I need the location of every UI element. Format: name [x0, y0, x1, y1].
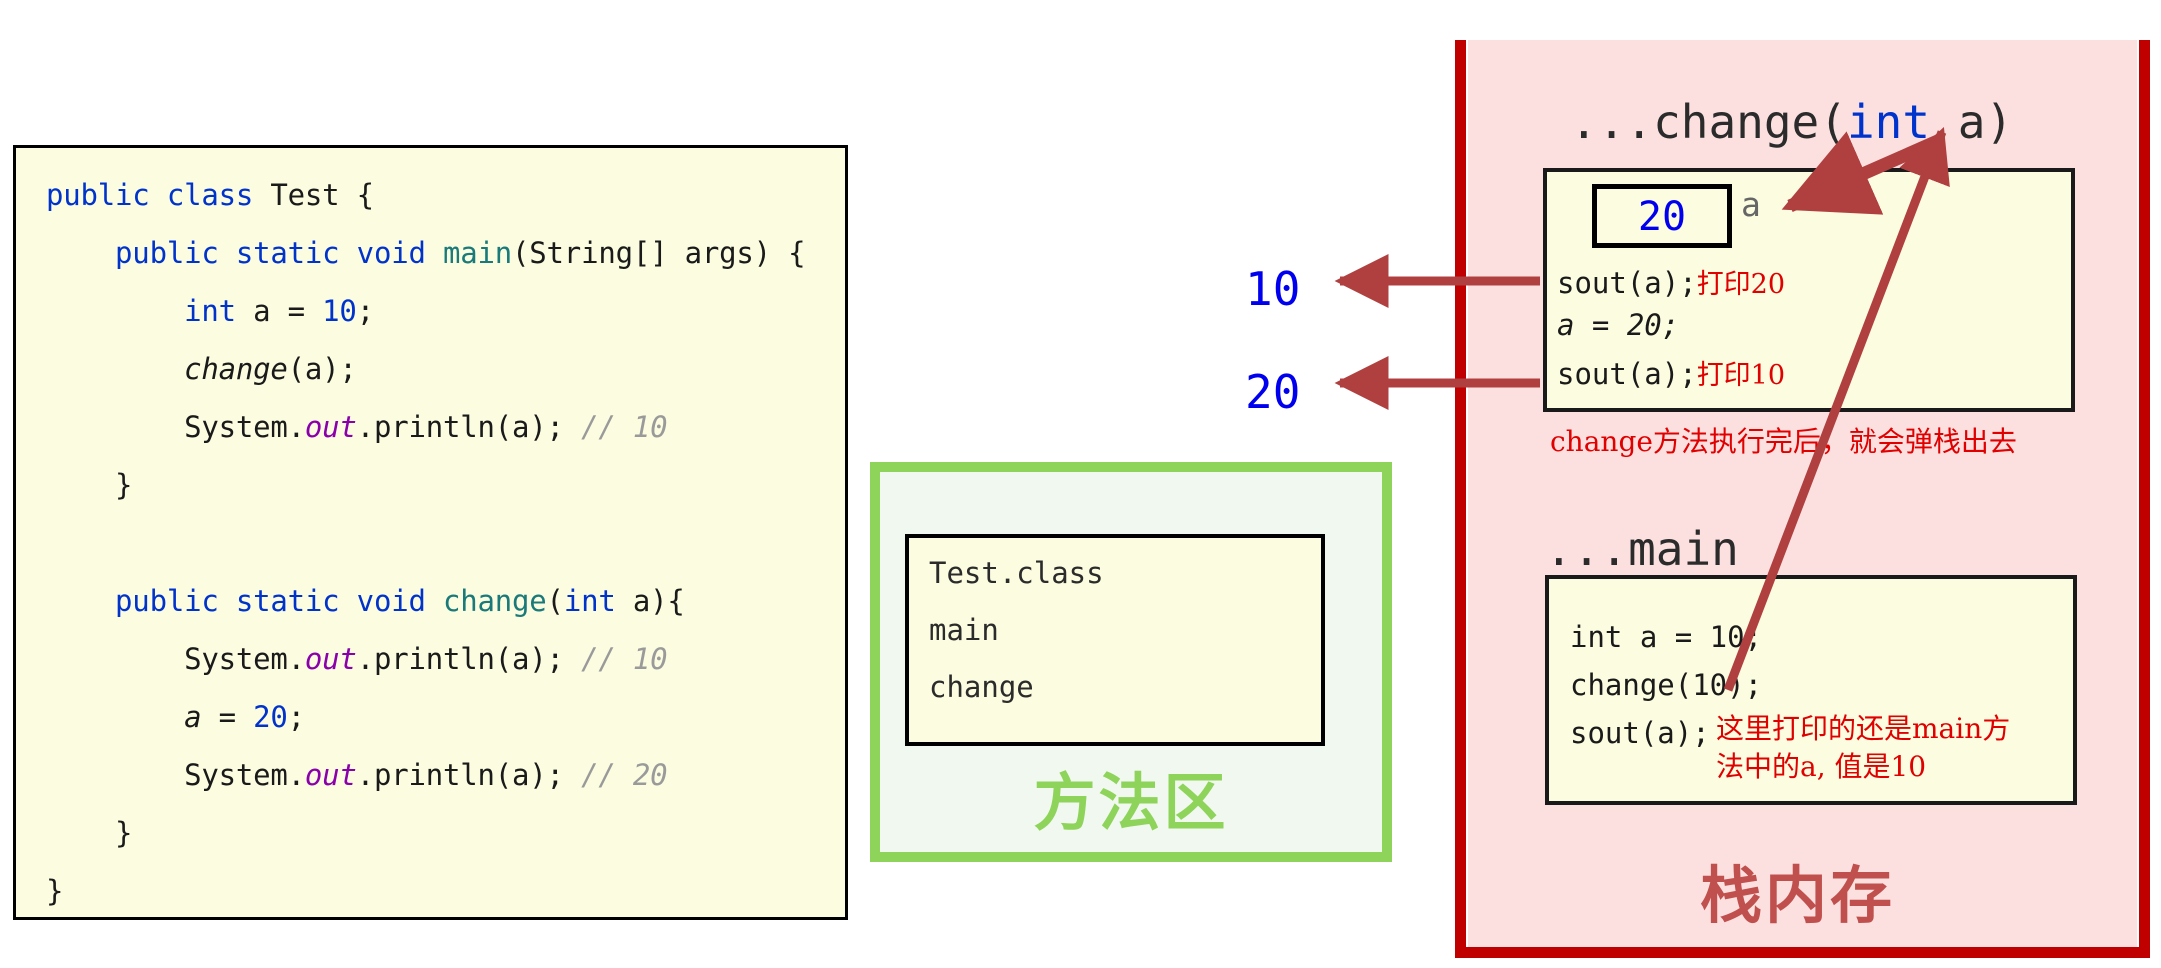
change-title-prefix: ...change(: [1570, 95, 1847, 149]
code-token: System.: [46, 642, 305, 676]
code-token: out: [304, 410, 357, 444]
code-token: .println(a);: [356, 758, 582, 792]
code-token: int: [184, 294, 236, 328]
change-line-code: sout(a);: [1557, 357, 1697, 391]
code-line: change(a);: [16, 340, 845, 398]
code-token: a){: [615, 584, 685, 618]
main-line-code: int a = 10;: [1570, 620, 1763, 654]
code-token: System.: [46, 758, 305, 792]
change-frame-line: sout(a);打印10: [1557, 353, 1785, 392]
code-token: public static void: [115, 236, 443, 270]
code-token: (: [546, 584, 564, 618]
code-line: [16, 514, 845, 572]
main-line-code: sout(a);: [1570, 716, 1710, 750]
code-token: System.: [46, 410, 305, 444]
code-line: public static void change(int a){: [16, 572, 845, 630]
change-title-suffix: a): [1930, 95, 2014, 149]
code-line: public class Test {: [16, 166, 845, 224]
callout-value-20: 20: [1245, 365, 1301, 419]
code-token: .println(a);: [356, 642, 582, 676]
code-token: out: [304, 758, 357, 792]
code-token: // 20: [581, 758, 668, 792]
change-line-note: 打印10: [1696, 360, 1786, 391]
code-token: public class: [46, 178, 271, 212]
method-area-entry: change: [929, 670, 1034, 704]
pop-stack-note: change方法执行完后，就会弹栈出去: [1550, 425, 2017, 458]
code-token: }: [46, 874, 64, 908]
code-token: ;: [287, 700, 305, 734]
main-frame-line: int a = 10;: [1570, 620, 1762, 654]
java-code-panel: public class Test { public static void m…: [13, 145, 848, 920]
code-token: =: [201, 700, 254, 734]
code-token: // 10: [581, 410, 668, 444]
change-frame-title: ...change(int a): [1570, 95, 2013, 149]
variable-a-value: 20: [1637, 194, 1687, 240]
code-token: Test {: [270, 178, 374, 212]
method-area-panel: Test.class main change 方法区: [870, 462, 1392, 862]
code-token: }: [46, 468, 133, 502]
method-area-entry: Test.class: [929, 556, 1104, 590]
code-line: System.out.println(a); // 20: [16, 746, 845, 804]
code-line: int a = 10;: [16, 282, 845, 340]
method-area-entry: main: [929, 613, 999, 647]
code-line: public static void main(String[] args) {: [16, 224, 845, 282]
code-token: .println(a);: [356, 410, 582, 444]
code-line: }: [16, 456, 845, 514]
code-token: 20: [253, 700, 288, 734]
main-frame-line: sout(a);: [1570, 716, 1710, 750]
code-token: public static void: [115, 584, 443, 618]
code-token: a: [184, 700, 202, 734]
main-frame-title: ...main: [1545, 522, 1739, 576]
change-frame-line: sout(a);打印20: [1557, 262, 1785, 301]
code-token: int: [563, 584, 616, 618]
code-line: }: [16, 862, 845, 920]
code-token: (a);: [287, 352, 357, 386]
method-area-title: 方法区: [1033, 766, 1229, 839]
stack-memory-title: 栈内存: [1700, 859, 1896, 932]
change-line-note: 打印20: [1696, 269, 1786, 300]
main-frame-line: change(10);: [1570, 668, 1762, 702]
change-frame-line: a = 20;: [1557, 308, 1679, 342]
code-token: out: [304, 642, 357, 676]
code-line: System.out.println(a); // 10: [16, 630, 845, 688]
method-area-class-box: Test.class main change: [905, 534, 1325, 746]
variable-a-label: a: [1741, 185, 1761, 224]
code-token: 10: [322, 294, 357, 328]
code-line: }: [16, 804, 845, 862]
code-token: main: [442, 236, 513, 270]
code-token: (String[] args) {: [512, 236, 806, 270]
change-line-code: a = 20;: [1557, 308, 1680, 342]
change-title-keyword: int: [1846, 95, 1931, 149]
code-line: a = 20;: [16, 688, 845, 746]
code-token: }: [46, 816, 133, 850]
change-line-code: sout(a);: [1557, 266, 1697, 300]
callout-value-10: 10: [1245, 262, 1301, 316]
code-token: // 10: [581, 642, 668, 676]
code-token: change: [442, 584, 547, 618]
code-token: ;: [356, 294, 374, 328]
code-token: change: [184, 352, 288, 386]
variable-a-value-box: 20: [1592, 184, 1732, 248]
main-frame-note: 这里打印的还是main方法中的a, 值是10: [1716, 712, 2011, 783]
code-token: a =: [235, 294, 323, 328]
code-line: System.out.println(a); // 10: [16, 398, 845, 456]
main-line-code: change(10);: [1570, 668, 1763, 702]
